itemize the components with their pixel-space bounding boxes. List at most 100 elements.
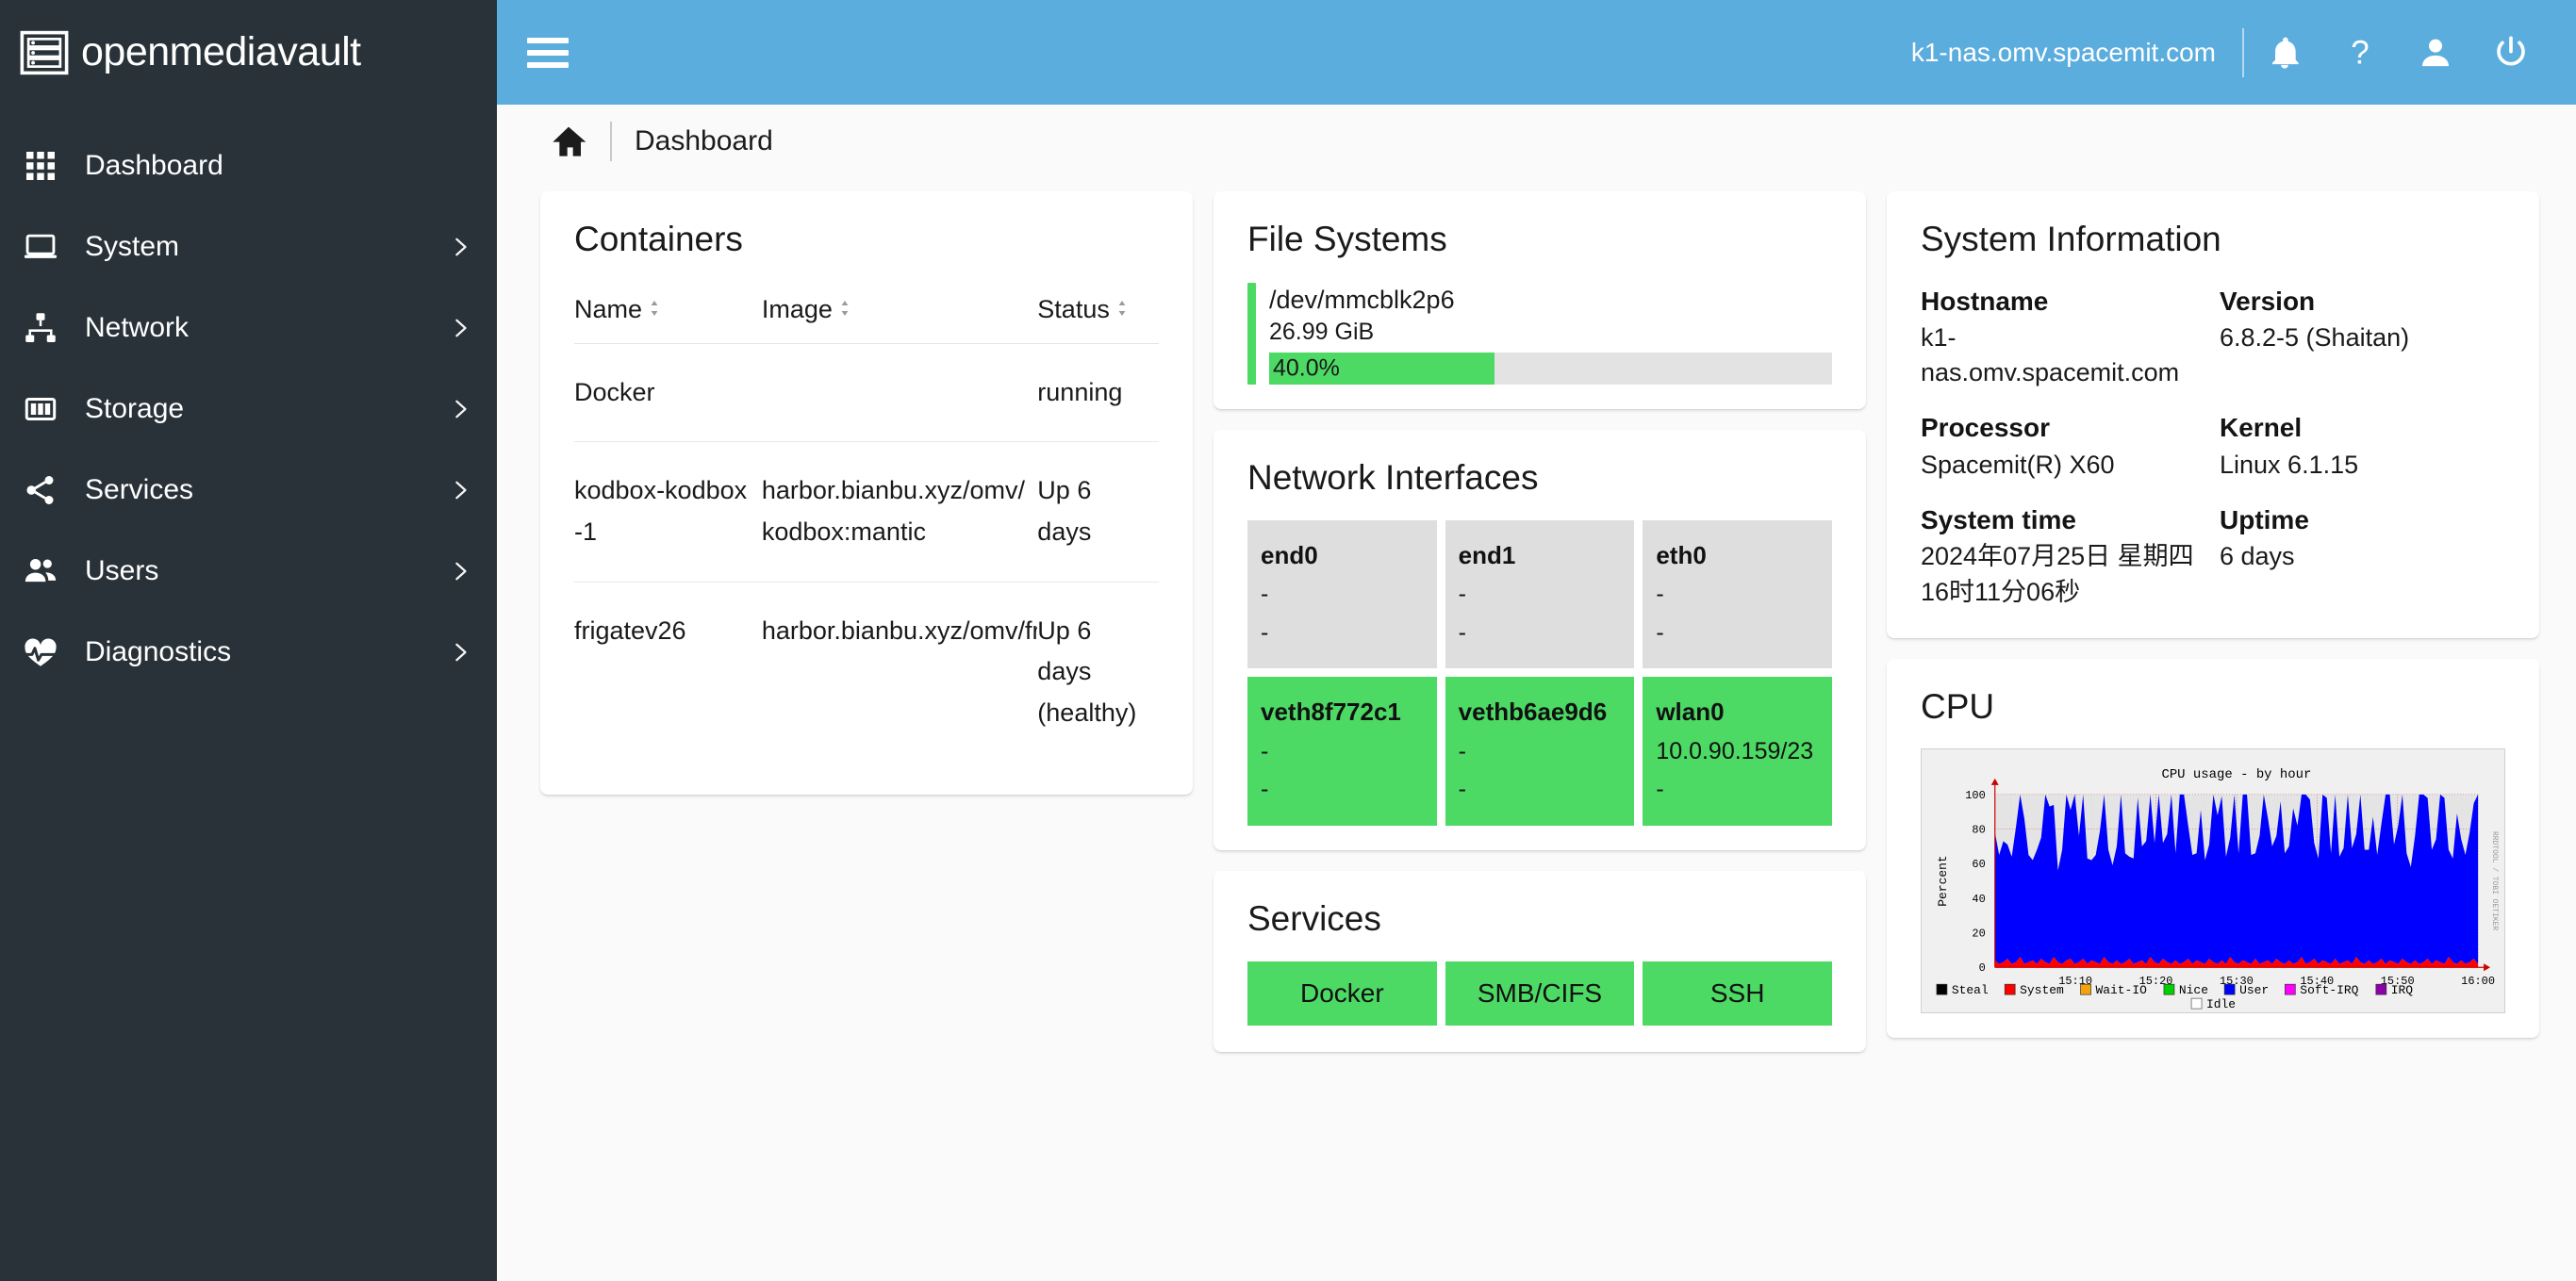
chevron-right-icon: [450, 231, 471, 263]
question-mark-icon[interactable]: ?: [2329, 22, 2391, 84]
svg-text:Nice: Nice: [2179, 983, 2208, 997]
sidebar-item-dashboard[interactable]: Dashboard: [0, 125, 497, 206]
table-row[interactable]: Docker running: [574, 343, 1159, 443]
network-interface-grid: end0 - - end1 - - eth0 - - veth8f772c1 -…: [1247, 520, 1832, 826]
sidebar: openmediavault Dashboard System Network …: [0, 0, 497, 1281]
dashboard-column-2: File Systems /dev/mmcblk2p6 26.99 GiB 40…: [1214, 191, 1866, 1053]
sidebar-nav: Dashboard System Network Storage Service…: [0, 125, 497, 693]
panel-services: Services Docker SMB/CIFS SSH: [1214, 870, 1866, 1053]
sidebar-item-system[interactable]: System: [0, 206, 497, 287]
panel-cpu: CPU 0 20 40 60 80 100 15:10 15:20 15:30 15:40 15:5…: [1887, 658, 2539, 1038]
field-value: 2024年07月25日 星期四 16时11分06秒: [1921, 542, 2194, 606]
panel-title: Services: [1247, 898, 1381, 938]
main-area: k1-nas.omv.spacemit.com ? Dashboard Cont…: [497, 0, 2576, 1281]
chevron-right-icon: [450, 393, 471, 425]
interface-name: wlan0: [1656, 698, 1725, 727]
system-info-field-uptime: Uptime 6 days: [2220, 503, 2505, 610]
sidebar-item-label: Storage: [85, 393, 185, 424]
system-info-field-system-time: System time 2024年07月25日 星期四 16时11分06秒: [1921, 503, 2206, 610]
interface-detail: -: [1458, 776, 1466, 802]
brand-name: openmediavault: [81, 29, 361, 74]
filesystem-size: 26.99 GiB: [1269, 318, 1375, 345]
interface-address: -: [1656, 581, 1664, 608]
svg-text:40: 40: [1972, 892, 1985, 905]
interface-name: eth0: [1656, 541, 1707, 570]
chevron-right-icon: [450, 636, 471, 668]
svg-text:?: ?: [2351, 34, 2369, 71]
panel-title: Network Interfaces: [1247, 457, 1539, 497]
panel-containers: Containers Name Image Status Docker runn…: [540, 191, 1193, 795]
home-icon[interactable]: [550, 122, 589, 161]
field-label: Kernel: [2220, 413, 2303, 443]
filesystem-item[interactable]: /dev/mmcblk2p6 26.99 GiB 40.0%: [1247, 282, 1832, 385]
cell-name: frigatev26: [574, 616, 686, 645]
sidebar-item-label: Services: [85, 474, 194, 505]
cell-image: harbor.bianbu.xyz/omv/frigate:v26: [761, 616, 1038, 645]
breadcrumb-divider: [610, 122, 612, 161]
sidebar-item-storage[interactable]: Storage: [0, 369, 497, 450]
interface-address: -: [1458, 581, 1466, 608]
network-interface-cell[interactable]: eth0 - -: [1643, 520, 1832, 669]
sidebar-item-services[interactable]: Services: [0, 450, 497, 531]
sidebar-item-users[interactable]: Users: [0, 531, 497, 612]
svg-text:Percent: Percent: [1936, 855, 1950, 906]
svg-text:60: 60: [1972, 858, 1985, 871]
field-value: Linux 6.1.15: [2220, 450, 2359, 479]
filesystem-usage-bar: 40.0%: [1269, 352, 1832, 385]
interface-detail: -: [1656, 776, 1664, 802]
service-chip-ssh[interactable]: SSH: [1643, 961, 1832, 1026]
brand[interactable]: openmediavault: [0, 0, 497, 105]
cell-status: Up 6 days (healthy): [1037, 616, 1137, 728]
power-icon[interactable]: [2480, 22, 2542, 84]
filesystem-status-bar: [1247, 282, 1256, 385]
laptop-icon: [21, 227, 60, 267]
table-row[interactable]: frigatev26 harbor.bianbu.xyz/omv/frigate…: [574, 582, 1159, 763]
interface-address: -: [1261, 581, 1269, 608]
page-title: Dashboard: [635, 125, 773, 156]
hamburger-icon[interactable]: [527, 32, 569, 74]
chevron-right-icon: [450, 555, 471, 587]
column-header-image[interactable]: Image: [761, 272, 1038, 344]
system-info-field-version: Version 6.8.2-5 (Shaitan): [2220, 285, 2505, 391]
field-label: Uptime: [2220, 505, 2309, 535]
sort-icon: [840, 294, 855, 323]
heart-pulse-icon: [21, 632, 60, 672]
network-interface-cell[interactable]: veth8f772c1 - -: [1247, 677, 1437, 826]
column-header-status[interactable]: Status: [1037, 272, 1159, 344]
interface-name: vethb6ae9d6: [1458, 698, 1608, 727]
column-header-name[interactable]: Name: [574, 272, 762, 344]
sidebar-item-network[interactable]: Network: [0, 287, 497, 369]
chevron-right-icon: [450, 474, 471, 506]
network-interface-cell[interactable]: vethb6ae9d6 - -: [1445, 677, 1635, 826]
field-value: 6 days: [2220, 542, 2295, 571]
field-label: System time: [1921, 505, 2076, 535]
field-value: k1-nas.omv.spacemit.com: [1921, 322, 2180, 387]
svg-text:100: 100: [1965, 788, 1986, 801]
column-header-label: Image: [761, 294, 833, 323]
cell-image: harbor.bianbu.xyz/omv/kodbox:mantic: [761, 441, 1038, 583]
table-header-row: Name Image Status: [574, 272, 1159, 344]
panel-title: CPU: [1921, 686, 1995, 726]
network-interface-cell[interactable]: end1 - -: [1445, 520, 1635, 669]
svg-text:20: 20: [1972, 927, 1985, 940]
service-chip-docker[interactable]: Docker: [1247, 961, 1437, 1026]
cell-name: kodbox-kodbox-1: [574, 441, 762, 583]
network-interface-cell[interactable]: end0 - -: [1247, 520, 1437, 669]
panel-filesystems: File Systems /dev/mmcblk2p6 26.99 GiB 40…: [1214, 191, 1866, 409]
person-icon[interactable]: [2404, 22, 2467, 84]
table-row[interactable]: kodbox-kodbox-1 harbor.bianbu.xyz/omv/ko…: [574, 441, 1159, 583]
bell-icon[interactable]: [2254, 22, 2316, 84]
sidebar-item-diagnostics[interactable]: Diagnostics: [0, 612, 497, 693]
interface-detail: -: [1656, 618, 1664, 646]
svg-text:System: System: [2020, 983, 2064, 997]
interface-address: -: [1458, 737, 1466, 764]
share-icon: [21, 470, 60, 510]
interface-address: 10.0.90.159/23: [1656, 737, 1814, 764]
column-header-label: Status: [1037, 294, 1110, 323]
svg-text:80: 80: [1972, 823, 1985, 836]
service-chip-smb-cifs[interactable]: SMB/CIFS: [1445, 961, 1635, 1026]
interface-detail: -: [1261, 618, 1269, 646]
network-interface-cell[interactable]: wlan0 10.0.90.159/23 -: [1643, 677, 1832, 826]
system-information-grid: Hostname k1-nas.omv.spacemit.com Version…: [1921, 285, 2505, 610]
storage-icon: [21, 389, 60, 429]
